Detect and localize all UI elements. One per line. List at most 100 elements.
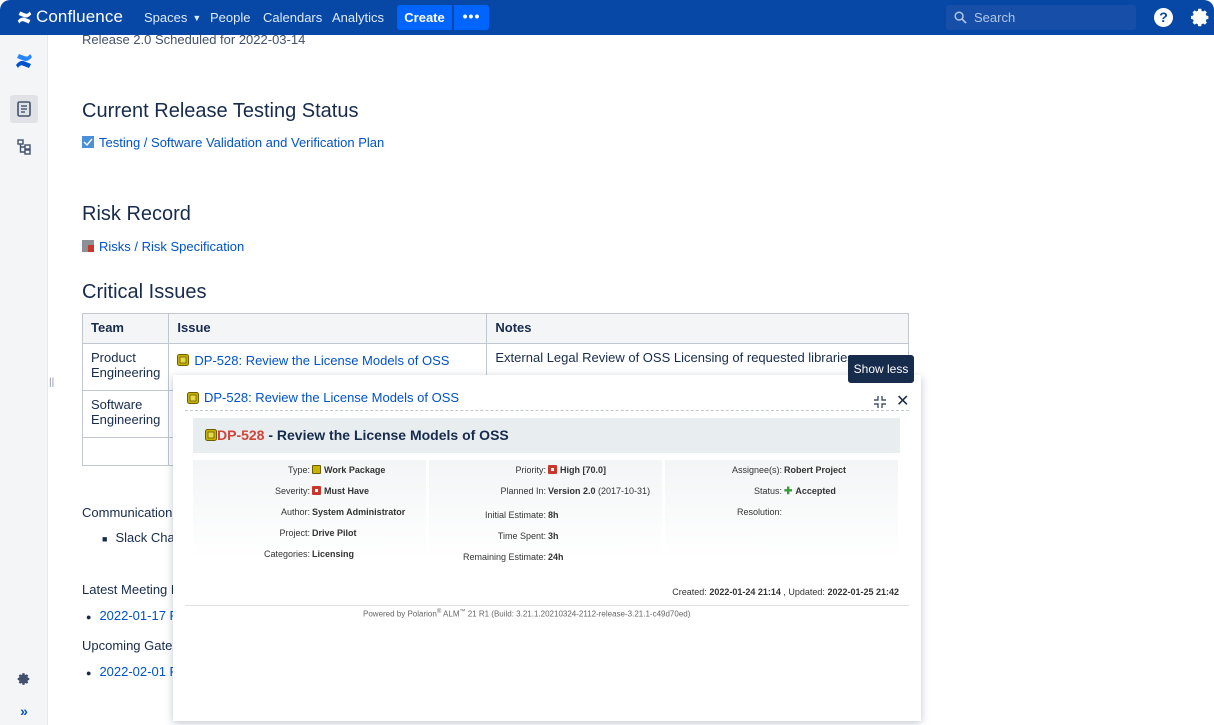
confluence-icon: [17, 11, 32, 23]
testing-link-row: Testing / Software Validation and Verifi…: [82, 135, 384, 150]
latest-meeting-link[interactable]: 2022-01-17 Pr: [99, 608, 182, 623]
confluence-logo[interactable]: Confluence: [16, 6, 123, 28]
risk-specification-link[interactable]: Risks / Risk Specification: [99, 239, 244, 254]
sidebar-resize-handle[interactable]: ||: [49, 377, 54, 388]
field-type: Type: Work Package: [193, 460, 426, 481]
field-resolution: Resolution:: [665, 502, 898, 523]
field-label: Status:: [753, 486, 782, 496]
team-cell: Product Engineering: [81, 343, 170, 391]
sidebar-confluence-logo[interactable]: [10, 47, 38, 75]
field-value: Must Have: [312, 481, 369, 502]
severity-value: Must Have: [324, 486, 370, 496]
work-package-icon: [312, 465, 321, 474]
settings-gear-icon[interactable]: [1190, 7, 1211, 28]
work-package-icon: [187, 391, 199, 404]
field-label: Initial Estimate:: [484, 510, 546, 520]
latest-meeting-heading: Latest Meeting M: [82, 582, 182, 597]
list-item: ● 2022-02-01 Pr: [86, 664, 183, 679]
sidebar-settings-button[interactable]: [10, 665, 38, 693]
assignee-value: Robert Project: [784, 465, 847, 475]
field-label: Resolution:: [736, 507, 782, 517]
updated-value: 2022-01-25 21:42: [827, 587, 899, 597]
powered-by-build: 21 R1 (Build: 3.21.1.20210324-2112-relea…: [465, 609, 691, 619]
popup-divider: [185, 410, 909, 411]
accepted-status-icon: ✚: [784, 486, 793, 497]
field-label: Author:: [280, 507, 310, 517]
author-value: System Administrator: [312, 507, 406, 517]
work-package-icon: [177, 354, 190, 366]
work-item-title: - Review the License Models of OSS: [264, 427, 509, 443]
powered-by-product: ALM: [441, 609, 460, 619]
field-label: Time Spent:: [497, 531, 546, 541]
work-item-id[interactable]: DP-528: [217, 427, 264, 443]
help-icon[interactable]: ?: [1154, 8, 1173, 27]
project-value: Drive Pilot: [312, 528, 357, 538]
footer-divider: [185, 605, 909, 606]
field-planned-in: Planned In: Version 2.0 (2017-10-31): [429, 481, 662, 502]
field-priority: Priority: High [70.0]: [429, 460, 662, 481]
field-label: Priority:: [515, 465, 546, 475]
page-icon: [17, 101, 31, 117]
issue-link-dp-528[interactable]: DP-528: Review the License Models of OSS: [194, 353, 449, 368]
sidebar-pages-button[interactable]: [10, 95, 38, 123]
created-value: 2022-01-24 21:14: [709, 587, 781, 597]
top-navigation-bar: Confluence Spaces ▼ People Calendars Anal…: [0, 0, 1214, 35]
time-spent-value: 3h: [548, 531, 559, 541]
field-project: Project: Drive Pilot: [193, 523, 426, 544]
expand-sidebar-icon[interactable]: »: [10, 697, 38, 725]
search-placeholder: Search: [974, 10, 1016, 25]
field-value: ✚ Accepted: [784, 481, 836, 502]
field-initial-estimate: Initial Estimate: 8h: [429, 505, 662, 526]
analytics-link[interactable]: Analytics: [332, 0, 384, 35]
field-label: Planned In:: [500, 486, 546, 496]
created-label: Created:: [672, 587, 707, 597]
slack-channel-text: Slack Chan: [115, 530, 182, 545]
table-header-row: Team Issue Notes: [81, 313, 910, 344]
search-input[interactable]: Search: [946, 5, 1136, 30]
close-icon[interactable]: ✕: [896, 391, 909, 411]
list-item: ● 2022-01-17 Pr: [86, 608, 183, 623]
priority-value: High [70.0]: [560, 465, 607, 475]
upcoming-gate-link[interactable]: 2022-02-01 Pr: [99, 664, 182, 679]
planned-in-value: Version 2.0: [548, 486, 596, 496]
testing-plan-link[interactable]: Testing / Software Validation and Verifi…: [99, 135, 384, 150]
field-label: Remaining Estimate:: [462, 552, 546, 562]
field-label: Type:: [287, 465, 310, 475]
collapse-icon[interactable]: [873, 395, 887, 409]
field-status: Status: ✚ Accepted: [665, 481, 898, 502]
priority-high-icon: [548, 465, 557, 474]
people-link[interactable]: People: [210, 0, 250, 35]
heading-testing-status: Current Release Testing Status: [82, 100, 359, 122]
field-label: Assignee(s):: [731, 465, 782, 475]
calendars-link[interactable]: Calendars: [263, 0, 322, 35]
fields-column-2: Priority: High [70.0] Planned In: Versio…: [429, 460, 662, 568]
show-less-tooltip: Show less: [848, 355, 914, 383]
work-package-icon: [205, 429, 217, 441]
spaces-menu[interactable]: Spaces ▼: [144, 0, 201, 35]
popup-title-text: DP-528: Review the License Models of OSS: [204, 390, 460, 405]
fields-column-1: Type: Work Package Severity: Must Have A…: [193, 460, 426, 565]
bullet-dot: ■: [102, 534, 108, 544]
popup-title[interactable]: DP-528: Review the License Models of OSS: [187, 390, 459, 405]
brand-name: Confluence: [36, 7, 124, 26]
field-value: High [70.0]: [548, 460, 606, 481]
field-value: Work Package: [312, 460, 385, 481]
risk-document-icon: [82, 240, 94, 252]
field-label: Project:: [279, 528, 310, 538]
chevron-down-icon: ▼: [192, 13, 202, 23]
heading-critical-issues: Critical Issues: [82, 281, 207, 303]
team-cell: [81, 437, 170, 466]
remaining-estimate-value: 24h: [548, 552, 564, 562]
categories-value: Licensing: [312, 549, 355, 559]
team-cell: Software Engineering: [81, 390, 170, 438]
more-create-options-button[interactable]: •••: [454, 5, 489, 30]
search-icon: [954, 11, 967, 24]
communication-heading: Communication C: [82, 505, 186, 520]
sidebar-page-tree-button[interactable]: [10, 133, 38, 161]
must-have-icon: [312, 486, 321, 495]
powered-by-prefix: Powered by Polarion: [363, 609, 437, 619]
initial-estimate-value: 8h: [548, 510, 559, 520]
updated-label: , Updated:: [783, 587, 825, 597]
create-button[interactable]: Create: [397, 5, 452, 30]
risk-link-row: Risks / Risk Specification: [82, 239, 244, 254]
